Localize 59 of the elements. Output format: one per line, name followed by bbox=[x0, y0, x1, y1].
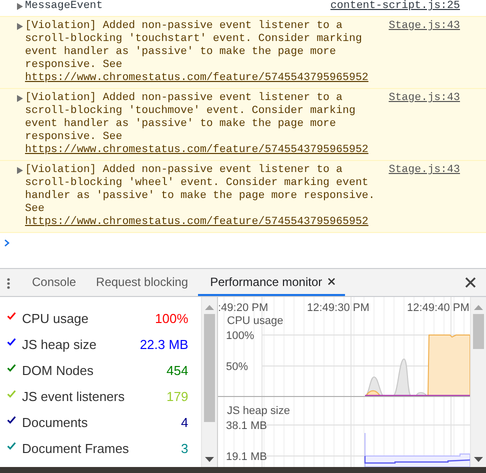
metric-label: DOM Nodes bbox=[22, 362, 95, 378]
time-label: :49:20 PM bbox=[218, 302, 268, 314]
checkbox[interactable] bbox=[7, 364, 16, 372]
log-message: MessageEvent bbox=[25, 0, 104, 13]
link[interactable]: https://www.chromestatus.com/feature/5745543795965952 bbox=[25, 144, 368, 156]
source-link[interactable]: Stage.js:43 bbox=[388, 20, 460, 33]
expand-icon[interactable] bbox=[17, 167, 23, 174]
metric-value: 454 bbox=[166, 362, 188, 378]
metric-value: 100% bbox=[155, 310, 188, 326]
metric-label: CPU usage bbox=[22, 310, 90, 326]
scrollbar-thumb[interactable] bbox=[204, 314, 216, 422]
metric-row[interactable]: JS heap size 22.3 MB bbox=[0, 331, 202, 357]
metric-value: 4 bbox=[181, 414, 188, 430]
scroll-down-icon[interactable] bbox=[474, 457, 484, 462]
tab[interactable]: Performance monitor bbox=[198, 269, 346, 296]
metric-row[interactable]: Documents 4 bbox=[0, 409, 202, 435]
time-label: 12:49:40 PM bbox=[407, 302, 470, 314]
checkbox[interactable] bbox=[7, 442, 16, 450]
violation-message: [Violation] Added non-passive event listener to a scroll-blocking 'wheel' event. Consider marking event handler as 'passive' to make the page more responsive. See https://www.chromestatus.com/feature/5745543795965952 bbox=[25, 164, 376, 229]
violation-message: [Violation] Added non-passive event listener to a scroll-blocking 'touchmove' event. Consider marking event handler as 'passive' to make the page more responsive. See https://www.chromestatus.com/feature/5745543795965952 bbox=[25, 92, 370, 157]
graph-title: JS heap size bbox=[227, 405, 290, 417]
metric-label: JS heap size bbox=[22, 336, 98, 352]
source-link[interactable]: content-script.js:25 bbox=[330, 0, 460, 13]
expand-icon[interactable] bbox=[17, 23, 23, 30]
metric-label: JS event listeners bbox=[22, 388, 126, 404]
metric-value: 22.3 MB bbox=[140, 336, 188, 352]
checkbox[interactable] bbox=[7, 338, 16, 346]
metric-value: 3 bbox=[181, 440, 188, 456]
checkbox[interactable] bbox=[7, 416, 16, 424]
axis-tick-label: 50% bbox=[226, 361, 248, 373]
tab[interactable]: Console bbox=[22, 269, 86, 296]
tab[interactable]: Request blocking bbox=[86, 269, 198, 296]
close-icon[interactable] bbox=[465, 277, 476, 288]
source-link[interactable]: Stage.js:43 bbox=[388, 164, 460, 177]
metric-row[interactable]: CPU usage 100% bbox=[0, 305, 202, 331]
metric-row[interactable]: JS event listeners 179 bbox=[0, 383, 202, 409]
scroll-down-icon[interactable] bbox=[205, 457, 214, 462]
close-icon[interactable] bbox=[328, 278, 336, 285]
time-label: 12:49:30 PM bbox=[307, 302, 370, 314]
metric-value: 179 bbox=[166, 388, 188, 404]
metric-label: Documents bbox=[22, 414, 89, 430]
checkbox[interactable] bbox=[7, 390, 16, 398]
metric-row[interactable]: Document Frames 3 bbox=[0, 435, 202, 461]
expand-icon[interactable] bbox=[17, 3, 23, 10]
checkbox[interactable] bbox=[7, 312, 16, 320]
scrollbar-thumb[interactable] bbox=[473, 314, 484, 349]
graph-title: CPU usage bbox=[227, 315, 284, 327]
violation-message: [Violation] Added non-passive event listener to a scroll-blocking 'touchstart' event. Consider marking event handler as 'passive' to make the page more responsive. See https://www.chromestatus.com/feature/5745543795965952 bbox=[25, 20, 370, 85]
metric-row[interactable]: DOM Nodes 454 bbox=[0, 357, 202, 383]
link[interactable]: https://www.chromestatus.com/feature/5745543795965952 bbox=[25, 72, 368, 84]
expand-icon[interactable] bbox=[17, 95, 23, 102]
more-options-icon[interactable] bbox=[7, 278, 10, 289]
axis-tick-label: 19.1 MB bbox=[226, 451, 268, 463]
prompt-icon bbox=[4, 239, 10, 247]
axis-tick-label: 38.1 MB bbox=[226, 420, 268, 432]
axis-tick-label: 100% bbox=[226, 330, 254, 342]
source-link[interactable]: Stage.js:43 bbox=[388, 92, 460, 105]
metric-label: Document Frames bbox=[22, 440, 130, 456]
link[interactable]: https://www.chromestatus.com/feature/5745543795965952 bbox=[25, 216, 368, 228]
